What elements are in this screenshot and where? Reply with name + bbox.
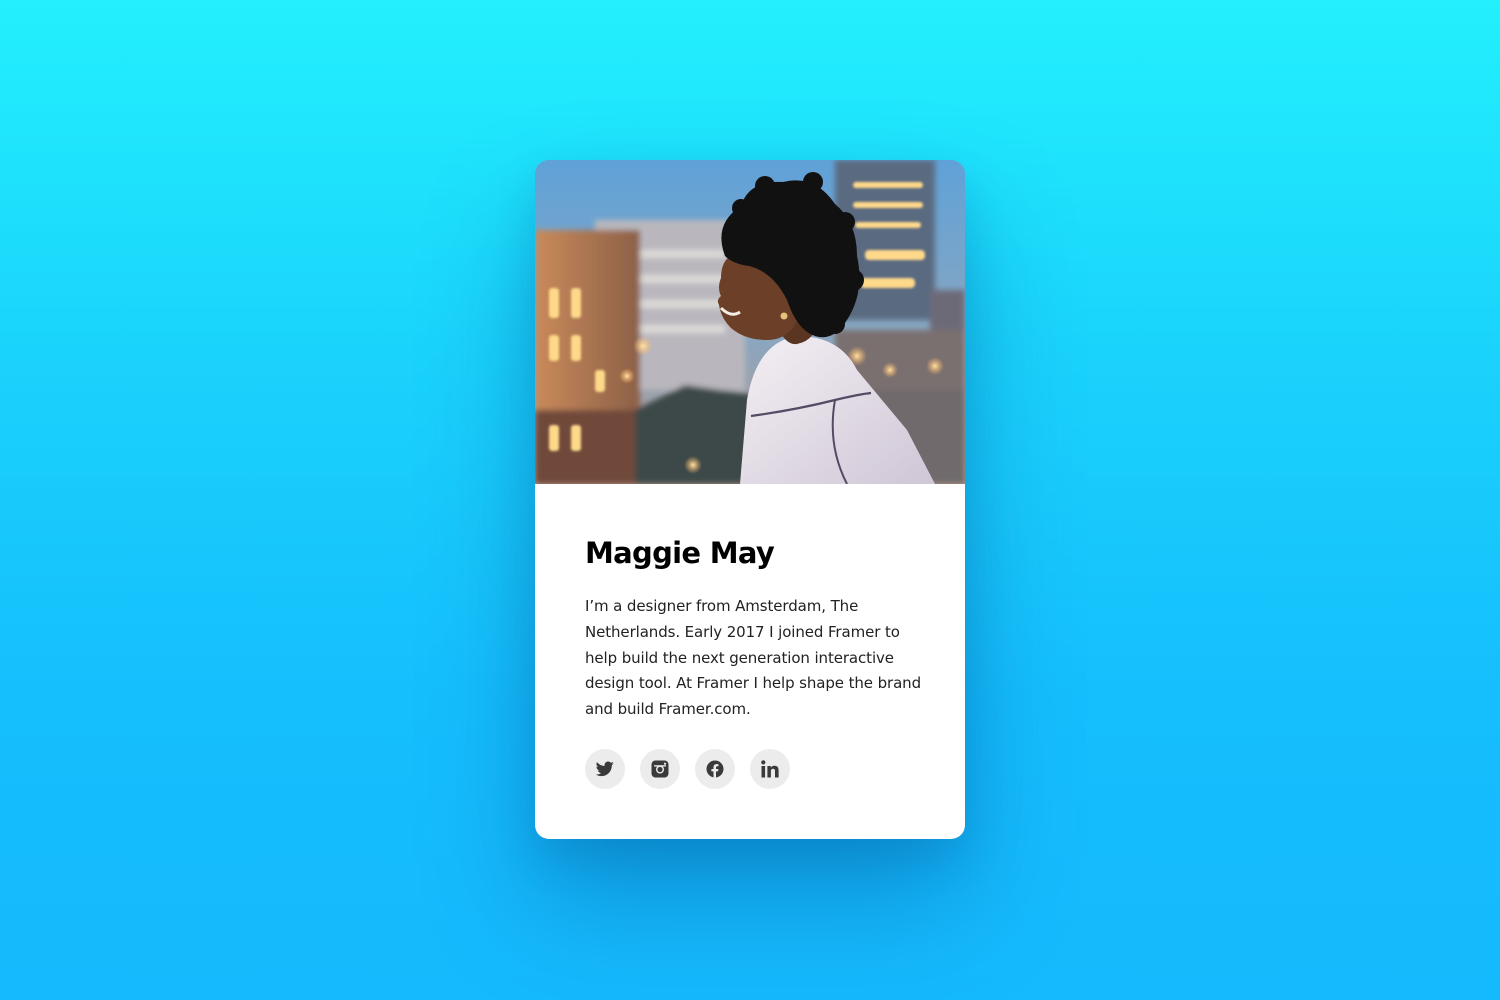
facebook-icon xyxy=(706,760,724,778)
instagram-button[interactable] xyxy=(640,749,680,789)
profile-bio: I’m a designer from Amsterdam, The Nethe… xyxy=(585,597,921,719)
twitter-button[interactable] xyxy=(585,749,625,789)
twitter-icon xyxy=(596,761,614,777)
linkedin-button[interactable] xyxy=(750,749,790,789)
social-links xyxy=(585,749,790,789)
facebook-button[interactable] xyxy=(695,749,735,789)
profile-content: Maggie May I’m a designer from Amsterdam… xyxy=(585,484,925,723)
instagram-icon xyxy=(651,760,669,778)
profile-name: Maggie May xyxy=(585,536,775,570)
profile-card: Maggie May I’m a designer from Amsterdam… xyxy=(535,160,965,839)
profile-photo xyxy=(535,160,965,484)
linkedin-icon xyxy=(761,760,779,778)
